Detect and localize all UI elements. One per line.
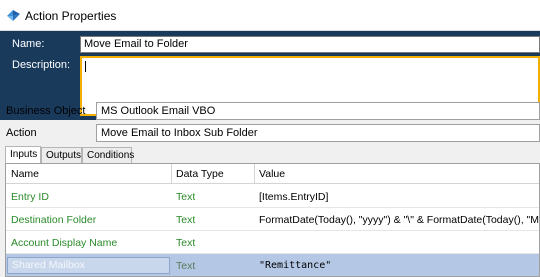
param-value[interactable]: [Items.EntryID] [259,191,328,203]
param-name: Destination Folder [11,214,97,226]
param-name: Account Display Name [11,237,118,249]
grid-header: Name Data Type Value [6,164,539,184]
column-divider[interactable] [171,164,172,184]
title-bar: Action Properties [0,0,540,31]
param-name-editor[interactable]: Shared Mailbox [7,257,170,274]
table-row-selected[interactable]: Shared Mailbox Text "Remittance" [6,254,539,276]
param-type: Text [176,191,196,203]
action-field[interactable]: Move Email to Inbox Sub Folder [96,124,540,142]
param-type: Text [176,260,196,272]
table-row[interactable]: Account Display Name Text [6,231,539,254]
column-divider[interactable] [254,164,255,184]
tab-inputs[interactable]: Inputs [5,146,41,163]
param-value[interactable]: FormatDate(Today(), "yyyy") & "\" & Form… [259,214,539,226]
tab-outputs[interactable]: Outputs [41,147,82,163]
window-title: Action Properties [25,9,117,23]
action-label: Action [6,127,37,139]
column-header-value[interactable]: Value [259,168,285,180]
column-header-name[interactable]: Name [11,168,39,180]
tab-conditions[interactable]: Conditions [82,147,134,163]
param-type: Text [176,237,196,249]
param-name: Entry ID [11,191,49,203]
name-input[interactable]: Move Email to Folder [80,36,540,53]
param-type: Text [176,214,196,226]
name-label: Name: [12,38,45,50]
description-label: Description: [12,59,71,71]
app-icon [7,10,20,21]
column-header-data-type[interactable]: Data Type [176,168,224,180]
business-object-field[interactable]: MS Outlook Email VBO [96,102,540,120]
table-row[interactable]: Destination Folder Text FormatDate(Today… [6,208,539,231]
business-object-label: Business Object [6,105,86,117]
table-row[interactable]: Entry ID Text [Items.EntryID] [6,185,539,208]
inputs-grid: Name Data Type Value Entry ID Text [Item… [5,163,540,277]
param-value[interactable]: "Remittance" [259,260,331,271]
text-caret [85,61,86,72]
